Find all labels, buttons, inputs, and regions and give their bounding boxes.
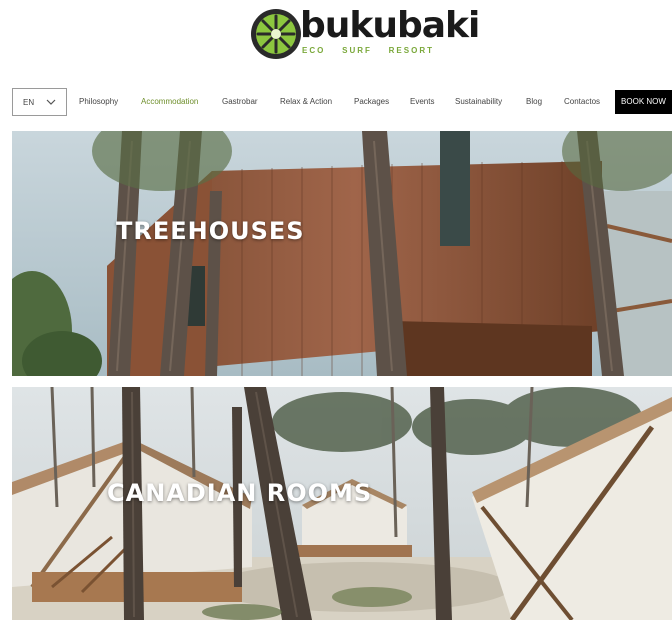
brand-tagline: ECO SURF RESORT bbox=[302, 46, 434, 55]
nav-contactos[interactable]: Contactos bbox=[564, 88, 600, 116]
nav-blog[interactable]: Blog bbox=[526, 88, 542, 116]
main-nav: EN Philosophy Accommodation Gastrobar Re… bbox=[0, 88, 672, 116]
language-value: EN bbox=[23, 97, 35, 107]
language-select[interactable]: EN bbox=[12, 88, 67, 116]
nav-philosophy[interactable]: Philosophy bbox=[79, 88, 118, 116]
treehouses-title: TREEHOUSES bbox=[116, 217, 305, 245]
nav-gastrobar[interactable]: Gastrobar bbox=[222, 88, 258, 116]
book-now-button[interactable]: BOOK NOW bbox=[615, 90, 672, 114]
brand-logo[interactable]: bukubaki ECO SURF RESORT bbox=[250, 6, 480, 64]
tagline-surf: SURF bbox=[342, 46, 372, 55]
tagline-resort: RESORT bbox=[388, 46, 434, 55]
nav-accommodation[interactable]: Accommodation bbox=[141, 88, 198, 116]
nav-sustainability[interactable]: Sustainability bbox=[455, 88, 502, 116]
lime-slice-logo-icon bbox=[251, 9, 301, 59]
tagline-eco: ECO bbox=[302, 46, 326, 55]
nav-relax-action[interactable]: Relax & Action bbox=[280, 88, 332, 116]
treehouse-photo bbox=[12, 131, 672, 376]
nav-events[interactable]: Events bbox=[410, 88, 434, 116]
chevron-down-icon bbox=[46, 99, 56, 105]
brand-name: bukubaki bbox=[300, 5, 480, 46]
nav-packages[interactable]: Packages bbox=[354, 88, 389, 116]
canadian-rooms-banner[interactable]: CANADIAN ROOMS bbox=[12, 387, 672, 620]
treehouses-banner[interactable]: TREEHOUSES bbox=[12, 131, 672, 376]
canadian-rooms-title: CANADIAN ROOMS bbox=[107, 479, 373, 507]
